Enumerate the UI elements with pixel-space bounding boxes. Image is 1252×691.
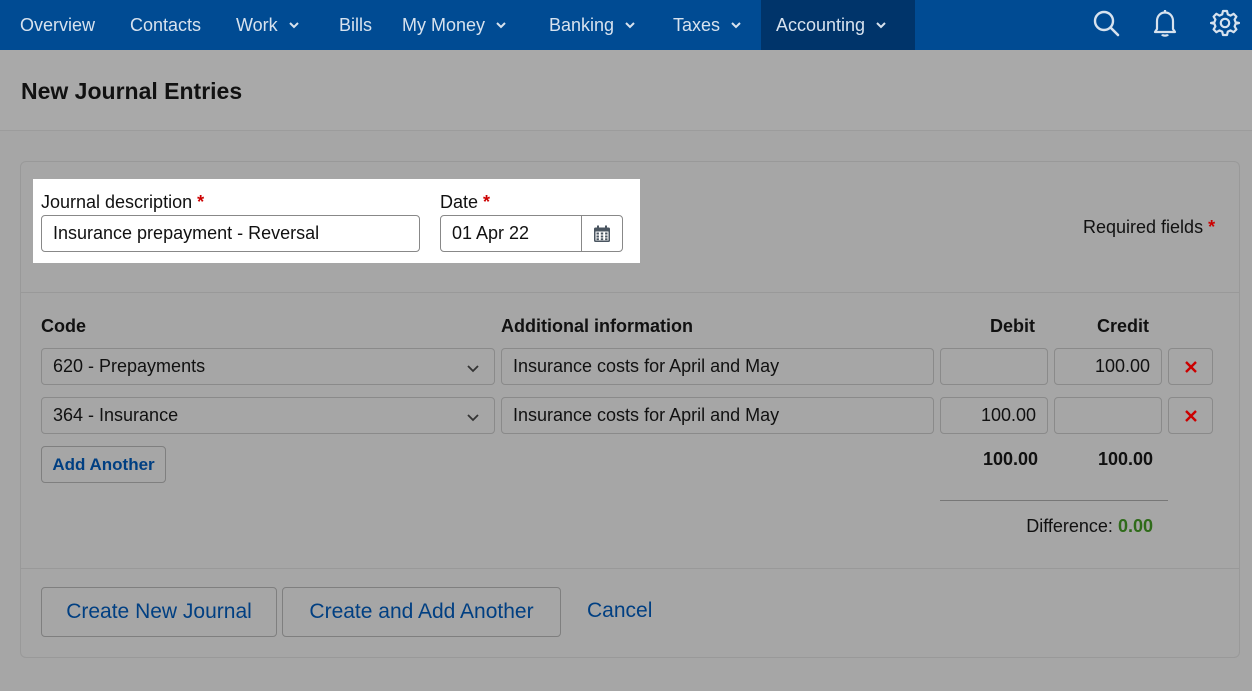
card-divider xyxy=(21,292,1239,293)
search-icon[interactable] xyxy=(1089,6,1123,40)
chevron-down-icon xyxy=(288,22,299,29)
date-label: Date * xyxy=(440,192,490,213)
chevron-down-icon xyxy=(731,22,741,29)
journal-description-label: Journal description * xyxy=(41,192,204,213)
col-header-code: Code xyxy=(41,316,86,336)
nav-item-taxes[interactable]: Taxes xyxy=(673,0,742,50)
chevron-down-icon xyxy=(467,365,479,373)
bell-icon[interactable] xyxy=(1148,6,1182,40)
nav-item-label: Bills xyxy=(339,14,373,35)
gear-icon[interactable] xyxy=(1208,6,1242,40)
code-select[interactable]: 364 - Insurance xyxy=(41,397,495,434)
required-asterisk: * xyxy=(483,192,491,212)
close-icon xyxy=(1184,409,1197,422)
nav-item-banking[interactable]: Banking xyxy=(549,0,636,50)
calendar-icon xyxy=(594,225,610,242)
journal-description-input[interactable]: Insurance prepayment - Reversal xyxy=(41,215,420,252)
difference-label: Difference: xyxy=(1026,516,1113,536)
date-input[interactable]: 01 Apr 22 xyxy=(440,215,582,252)
nav-item-label: Work xyxy=(236,14,278,35)
difference-row: Difference: 0.00 xyxy=(940,516,1153,537)
col-header-debit: Debit xyxy=(990,316,1035,336)
debit-value: 100.00 xyxy=(980,405,1036,425)
credit-input[interactable]: 100.00 xyxy=(1054,348,1162,385)
nav-item-label: Accounting xyxy=(776,14,866,35)
col-header-credit: Credit xyxy=(1097,316,1150,336)
nav-item-label: My Money xyxy=(402,14,486,35)
nav-item-work[interactable]: Work xyxy=(236,0,300,50)
cancel-link[interactable]: Cancel xyxy=(587,599,652,623)
close-icon xyxy=(1184,360,1197,373)
date-value: 01 Apr 22 xyxy=(452,223,530,243)
code-select[interactable]: 620 - Prepayments xyxy=(41,348,495,385)
info-value: Insurance costs for April and May xyxy=(513,356,780,376)
difference-value: 0.00 xyxy=(1117,516,1153,536)
debit-input[interactable]: 100.00 xyxy=(940,397,1048,434)
code-value: 364 - Insurance xyxy=(53,405,179,425)
total-debit: 100.00 xyxy=(982,449,1038,469)
delete-row-button[interactable] xyxy=(1168,348,1213,385)
required-asterisk: * xyxy=(197,192,205,212)
page-header: New Journal Entries xyxy=(0,50,1252,131)
nav-item-accounting[interactable]: Accounting xyxy=(761,0,915,50)
delete-row-button[interactable] xyxy=(1168,397,1213,434)
label-text: Journal description xyxy=(41,192,193,212)
page-title: New Journal Entries xyxy=(21,78,243,104)
nav-item-contacts[interactable]: Contacts xyxy=(130,0,201,50)
add-another-button[interactable]: Add Another xyxy=(41,446,166,483)
card-divider xyxy=(21,568,1239,569)
nav-item-label: Banking xyxy=(549,14,615,35)
required-asterisk: * xyxy=(1208,217,1216,237)
credit-value: 100.00 xyxy=(1094,356,1150,376)
nav-item-overview[interactable]: Overview xyxy=(20,0,95,50)
nav-item-label: Contacts xyxy=(130,14,202,35)
create-new-journal-button[interactable]: Create New Journal xyxy=(41,587,277,637)
required-fields-note: Required fields * xyxy=(1083,217,1215,238)
nav-item-my-money[interactable]: My Money xyxy=(402,0,507,50)
info-input[interactable]: Insurance costs for April and May xyxy=(501,397,934,434)
chevron-down-icon xyxy=(467,414,479,422)
col-header-info: Additional information xyxy=(501,316,693,336)
label-text: Date xyxy=(440,192,479,212)
top-nav: Overview Contacts Work Bills My Money Ba… xyxy=(0,0,1252,50)
nav-item-bills[interactable]: Bills xyxy=(339,0,372,50)
nav-item-label: Overview xyxy=(20,14,96,35)
calendar-button[interactable] xyxy=(581,215,623,252)
totals-divider xyxy=(940,500,1168,501)
create-and-add-another-button[interactable]: Create and Add Another xyxy=(282,587,561,637)
journal-description-value: Insurance prepayment - Reversal xyxy=(53,223,320,243)
info-value: Insurance costs for April and May xyxy=(513,405,780,425)
chevron-down-icon xyxy=(876,22,886,29)
required-note-text: Required fields xyxy=(1083,217,1204,237)
credit-input[interactable] xyxy=(1054,397,1162,434)
nav-item-label: Taxes xyxy=(673,14,721,35)
chevron-down-icon xyxy=(625,22,635,29)
total-credit: 100.00 xyxy=(1097,449,1153,469)
chevron-down-icon xyxy=(496,22,506,29)
debit-input[interactable] xyxy=(940,348,1048,385)
info-input[interactable]: Insurance costs for April and May xyxy=(501,348,934,385)
code-value: 620 - Prepayments xyxy=(53,356,206,376)
